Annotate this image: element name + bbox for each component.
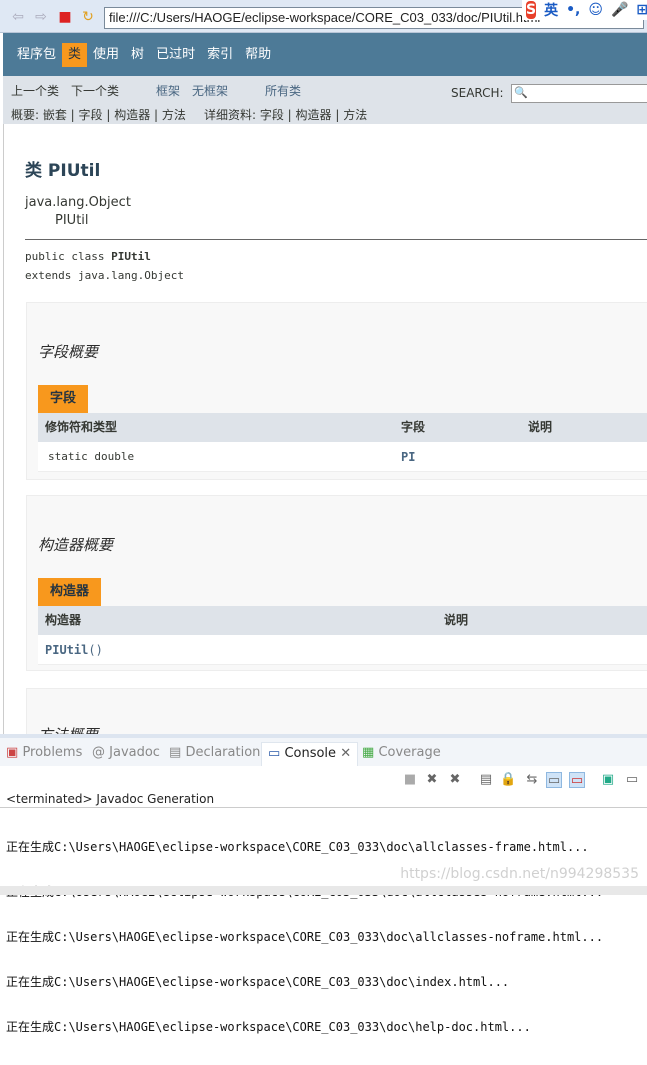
table-row: static double PI (38, 442, 647, 472)
top-navbar: 程序包 类 使用 树 已过时 索引 帮助 (3, 33, 647, 76)
display-console-icon[interactable]: ▭ (624, 772, 640, 788)
extends-declaration: extends java.lang.Object (25, 269, 184, 282)
inherit-parent: java.lang.Object (25, 195, 131, 210)
console-output[interactable]: 正在生成C:\Users\HAOGE\eclipse-workspace\COR… (6, 810, 603, 1065)
constructor-params: () (88, 643, 103, 657)
remove-launch-icon[interactable]: ✖ (424, 772, 440, 788)
nav-deprecated[interactable]: 已过时 (150, 43, 201, 67)
view-tabs: ▣ Problems @ Javadoc ▤ Declaration ▭ Con… (0, 738, 647, 766)
back-icon[interactable]: ⇦ (10, 9, 26, 25)
nav-tree[interactable]: 树 (125, 43, 150, 67)
decl-name: PIUtil (111, 250, 151, 263)
method-summary: 方法概要 (26, 688, 647, 734)
tab-label: Declaration (185, 745, 261, 760)
sogou-logo-icon: S (526, 1, 537, 19)
console-line: 正在生成C:\Users\HAOGE\eclipse-workspace\COR… (6, 840, 589, 854)
field-link[interactable]: PI (401, 442, 415, 472)
divider (25, 239, 647, 240)
javadoc-content: 类 PIUtil java.lang.Object PIUtil public … (3, 124, 647, 734)
constructor-entry: PIUtil() (45, 635, 103, 665)
scroll-lock-icon[interactable]: 🔒 (500, 772, 516, 788)
ime-lang[interactable]: 英 (544, 0, 558, 20)
sub-navbar: 上一个类 下一个类 框架 无框架 所有类 SEARCH: 🔍 概要: 嵌套 | … (3, 76, 647, 124)
tab-label: Javadoc (109, 745, 160, 760)
next-class-link[interactable]: 下一个类 (71, 82, 119, 99)
pin-console-icon[interactable]: ▣ (600, 772, 616, 788)
ime-punct[interactable]: •, (566, 2, 580, 18)
nav-package[interactable]: 程序包 (11, 43, 62, 67)
constructor-summary: 构造器概要 构造器 构造器 说明 PIUtil() (26, 495, 647, 671)
console-line: 正在生成C:\Users\HAOGE\eclipse-workspace\COR… (6, 975, 510, 989)
clear-console-icon[interactable]: ▤ (478, 772, 494, 788)
tab-label: Coverage (378, 745, 441, 760)
tab-label: Console (284, 746, 337, 761)
page-title: 类 PIUtil (25, 161, 101, 181)
detail-links[interactable]: 详细资料: 字段 | 构造器 | 方法 (204, 106, 367, 123)
nav-index[interactable]: 索引 (201, 43, 239, 67)
col-header: 构造器 (45, 613, 82, 627)
table-header: 构造器 说明 (38, 606, 647, 635)
browser-toolbar: ⇦ ⇨ ■ ↻ file:///C:/Users/HAOGE/eclipse-w… (0, 0, 647, 33)
mic-icon[interactable]: 🎤 (611, 2, 628, 18)
noframes-link[interactable]: 无框架 (192, 82, 228, 99)
tab-javadoc[interactable]: @ Javadoc (92, 742, 160, 766)
field-summary: 字段概要 字段 修饰符和类型 字段 说明 static double PI (26, 302, 647, 480)
console-panel: ▣ Problems @ Javadoc ▤ Declaration ▭ Con… (0, 734, 647, 1034)
search-icon: 🔍 (514, 86, 528, 99)
tab-coverage[interactable]: ▦ Coverage (362, 742, 441, 766)
col-header: 说明 (528, 420, 553, 434)
section-heading: 字段概要 (38, 343, 99, 361)
frames-link[interactable]: 框架 (156, 82, 180, 99)
table-row: PIUtil() (38, 635, 647, 665)
coverage-icon: ▦ (362, 745, 375, 760)
field-type: static double (48, 450, 135, 463)
section-heading: 方法概要 (38, 724, 98, 734)
col-header: 字段 (401, 420, 426, 434)
console-line: 正在生成C:\Users\HAOGE\eclipse-workspace\COR… (6, 1020, 531, 1034)
stop-icon[interactable]: ■ (57, 9, 73, 25)
constructor-link[interactable]: PIUtil (45, 643, 88, 657)
remove-all-icon[interactable]: ✖ (447, 772, 463, 788)
table-caption: 字段 (38, 385, 89, 413)
console-status: <terminated> Javadoc Generation (6, 792, 215, 806)
tab-console[interactable]: ▭ Console ✕ (261, 742, 359, 766)
console-icon: ▭ (268, 746, 281, 761)
declaration-icon: ▤ (169, 745, 182, 760)
console-line: 正在生成C:\Users\HAOGE\eclipse-workspace\COR… (6, 930, 604, 944)
at-icon: @ (92, 745, 105, 760)
decl-prefix: public class (25, 250, 112, 263)
show-on-output-icon[interactable]: ▭ (546, 772, 562, 788)
tab-label: Problems (22, 745, 83, 760)
close-icon[interactable]: ✕ (340, 746, 351, 761)
problems-icon: ▣ (6, 745, 19, 760)
allclasses-link[interactable]: 所有类 (265, 82, 301, 99)
word-wrap-icon[interactable]: ⇆ (524, 772, 540, 788)
show-on-error-icon[interactable]: ▭ (569, 772, 585, 788)
summary-links[interactable]: 概要: 嵌套 | 字段 | 构造器 | 方法 (11, 106, 186, 123)
tab-problems[interactable]: ▣ Problems (6, 742, 82, 766)
grid-icon[interactable]: ⊞ (636, 2, 647, 18)
tab-declaration[interactable]: ▤ Declaration (169, 742, 260, 766)
terminate-icon[interactable]: ■ (402, 772, 418, 788)
divider (0, 807, 647, 808)
class-declaration: public class PIUtil (25, 250, 151, 263)
forward-icon[interactable]: ⇨ (33, 9, 49, 25)
inherit-child: PIUtil (55, 213, 89, 228)
watermark: https://blog.csdn.net/n994298535 (400, 866, 639, 882)
nav-class: 类 (62, 42, 88, 67)
nav-help[interactable]: 帮助 (239, 43, 277, 67)
section-heading: 构造器概要 (38, 536, 114, 554)
prev-class-link[interactable]: 上一个类 (11, 82, 59, 99)
search-label: SEARCH: (451, 86, 504, 100)
nav-use[interactable]: 使用 (87, 43, 125, 67)
col-header: 修饰符和类型 (45, 420, 118, 434)
ime-toolbar: S 英 •, ☺ 🎤 ⊞ (522, 0, 647, 20)
refresh-icon[interactable]: ↻ (80, 9, 96, 25)
col-header: 说明 (444, 613, 469, 627)
search-input[interactable]: 🔍 (511, 84, 647, 103)
emoji-icon[interactable]: ☺ (588, 2, 603, 18)
table-caption: 构造器 (38, 578, 102, 606)
table-header: 修饰符和类型 字段 说明 (38, 413, 647, 442)
